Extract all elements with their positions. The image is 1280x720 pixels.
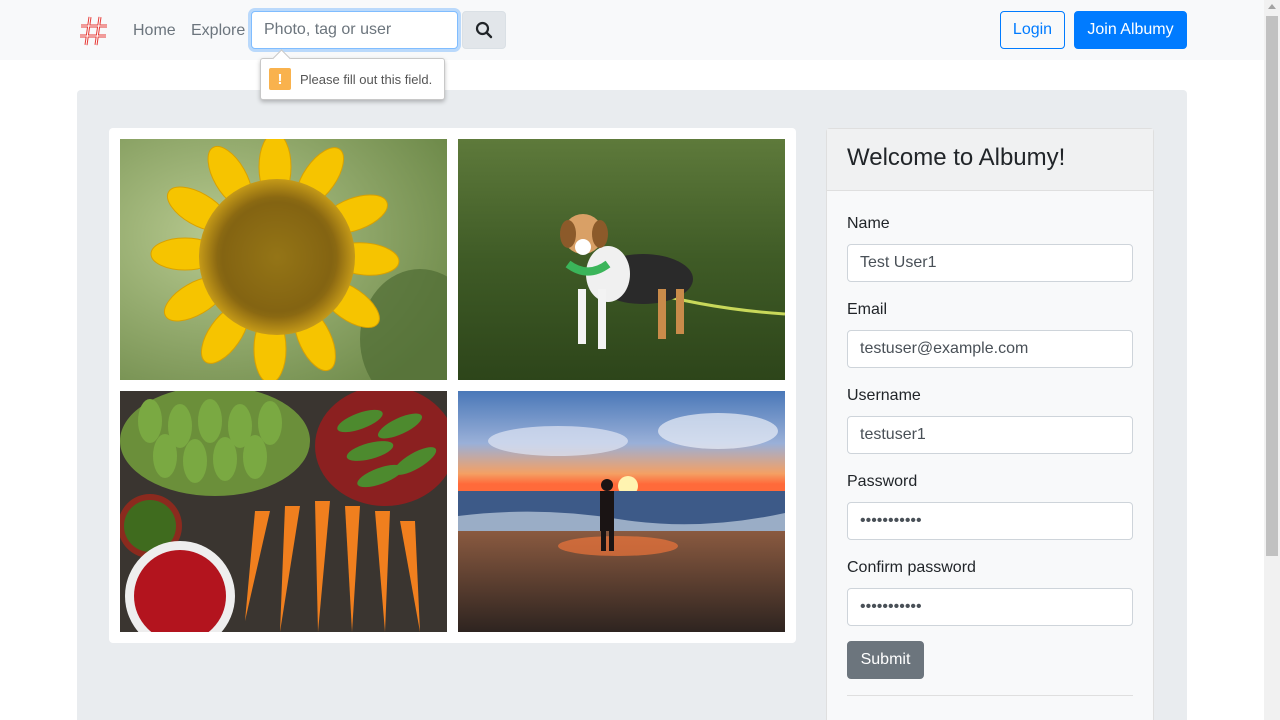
warning-icon: ! [269,68,291,90]
submit-button[interactable]: Submit [847,641,924,679]
email-label: Email [847,301,888,318]
page-scrollbar[interactable] [1264,0,1280,720]
signup-card-header: Welcome to Albumy! [827,129,1153,191]
photo-grid-card [109,128,796,643]
hashtag-logo-icon[interactable] [79,15,109,47]
form-divider [847,695,1133,696]
sunflower-photo [120,139,447,380]
password-label: Password [847,473,918,490]
search-input[interactable] [251,11,458,49]
validation-message: Please fill out this field. [300,71,433,87]
signup-card: Welcome to Albumy! Name Email Username P… [826,128,1154,720]
sunset-photo [458,391,785,632]
nav-home-link[interactable]: Home [133,21,176,41]
navbar: Home Explore Login Join Albumy [0,0,1264,60]
confirm-password-label: Confirm password [847,559,976,576]
search-button[interactable] [462,11,506,49]
join-button[interactable]: Join Albumy [1074,11,1187,49]
login-button[interactable]: Login [1000,11,1065,49]
confirm-password-field[interactable] [847,588,1133,626]
signup-title: Welcome to Albumy! [847,144,1066,171]
validation-tooltip: ! Please fill out this field. [260,58,445,100]
username-label: Username [847,387,921,404]
name-label: Name [847,215,890,232]
password-field[interactable] [847,502,1133,540]
vegetables-photo [120,391,447,632]
name-field[interactable] [847,244,1133,282]
dog-photo [458,139,785,380]
scroll-thumb[interactable] [1266,16,1278,556]
scroll-up-arrow-icon[interactable] [1268,4,1276,9]
search-icon [475,21,493,39]
nav-explore-link[interactable]: Explore [191,21,245,41]
email-field[interactable] [847,330,1133,368]
username-field[interactable] [847,416,1133,454]
